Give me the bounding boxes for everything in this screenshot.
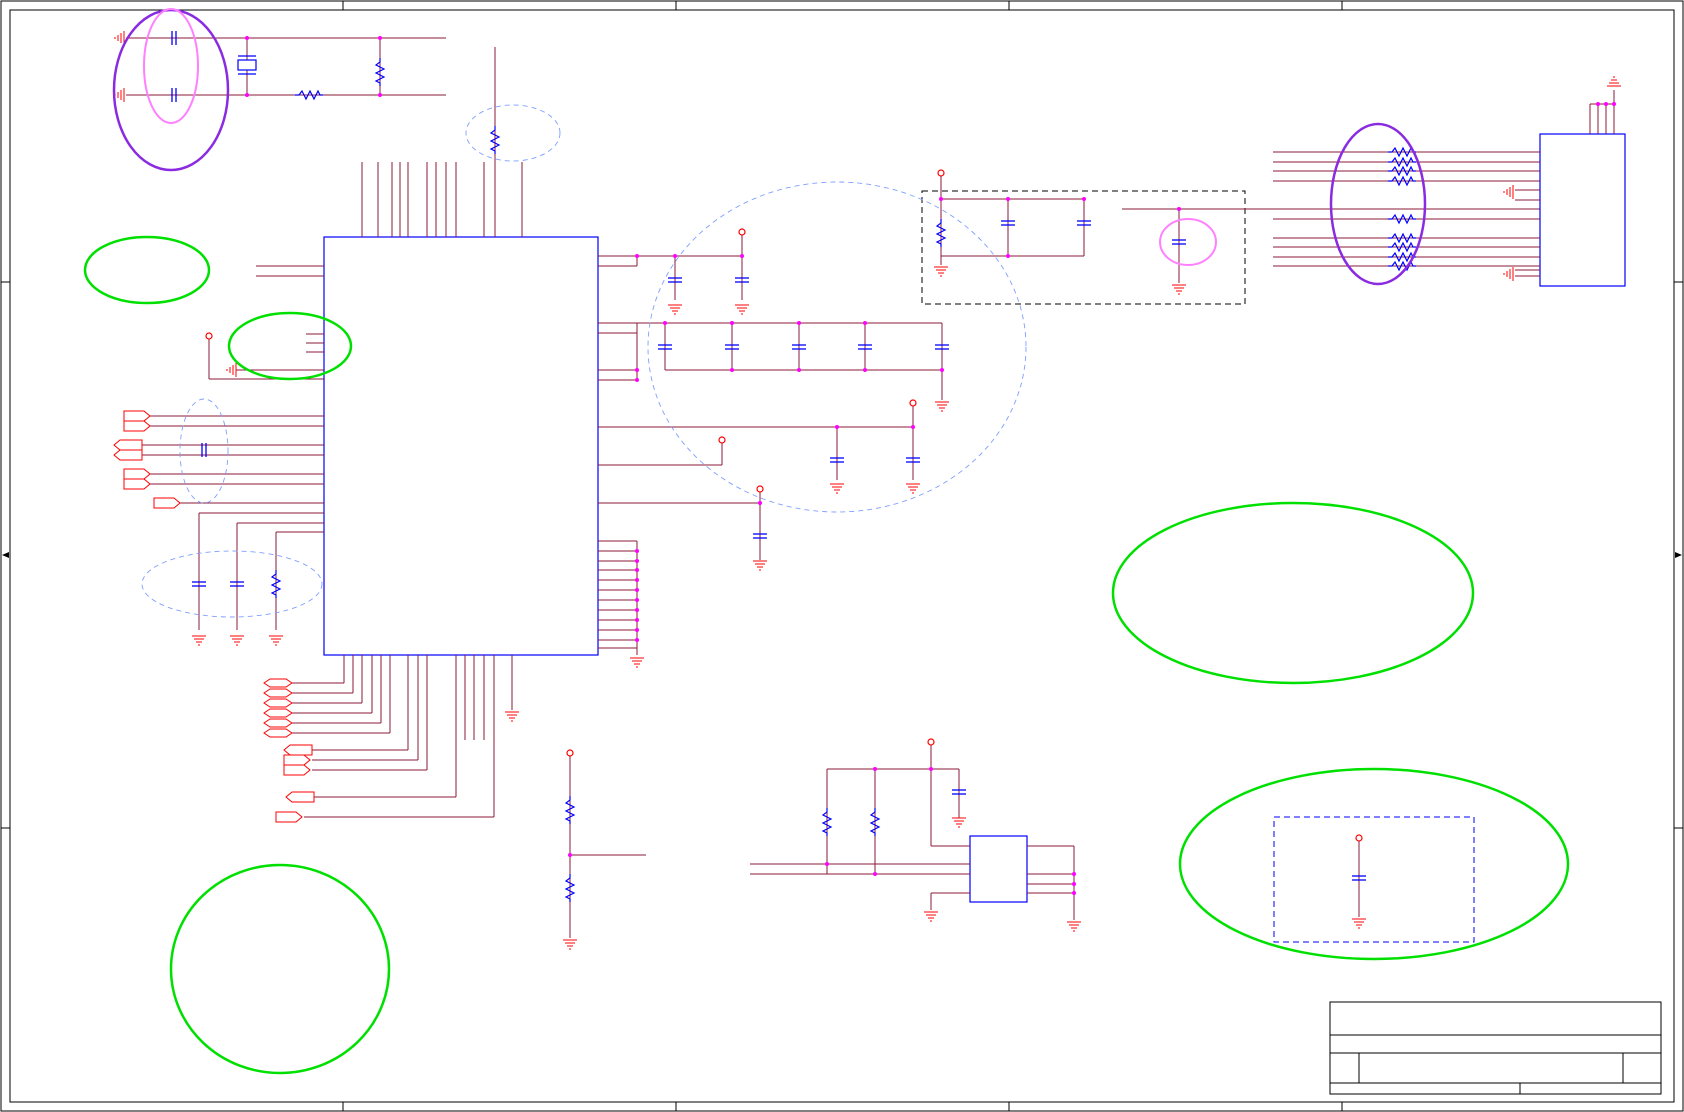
crystal-circuit bbox=[114, 30, 446, 103]
power-filter-circuit bbox=[921, 169, 1540, 305]
highlight-purple-resistor-array bbox=[1329, 122, 1427, 286]
main-ic bbox=[323, 236, 599, 656]
highlight-pink-filter-cap bbox=[1159, 218, 1217, 266]
center-mark-right bbox=[1675, 552, 1682, 558]
lower-right-block bbox=[1273, 816, 1475, 943]
crystal-symbol bbox=[237, 59, 257, 71]
voltage-divider bbox=[562, 749, 646, 950]
main-ic-bottom-pins bbox=[292, 655, 513, 818]
highlight-green-3 bbox=[1111, 501, 1475, 685]
highlight-pink-crystal-caps bbox=[143, 8, 199, 124]
connector-circuit bbox=[1273, 76, 1626, 287]
sheet-border bbox=[0, 0, 1684, 1112]
highlight-green-1 bbox=[83, 235, 211, 305]
highlight-purple-crystal bbox=[112, 8, 230, 172]
review-highlights bbox=[83, 8, 1570, 1075]
title-block bbox=[1329, 1001, 1662, 1095]
connector bbox=[1539, 133, 1626, 287]
main-ic-top-pins bbox=[361, 47, 523, 237]
small-ic-circuit bbox=[750, 738, 1082, 932]
main-ic-left-pins bbox=[140, 265, 324, 630]
schematic-sheet bbox=[0, 0, 1684, 1112]
main-ic-right-pins bbox=[598, 255, 942, 655]
center-mark-left bbox=[2, 552, 9, 558]
decoupling-capacitors bbox=[657, 228, 950, 571]
highlight-green-5 bbox=[169, 863, 391, 1075]
highlight-green-4 bbox=[1178, 767, 1570, 961]
small-ic bbox=[969, 835, 1028, 903]
